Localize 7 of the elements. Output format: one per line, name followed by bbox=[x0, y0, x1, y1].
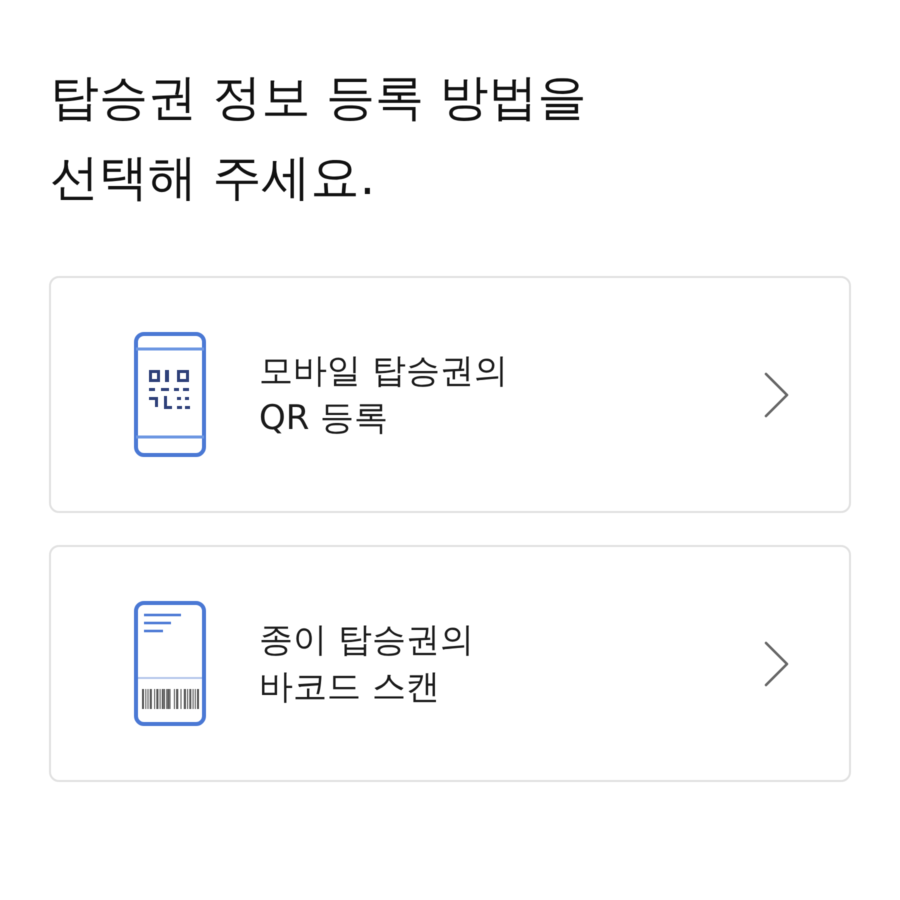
page-title: 탑승권 정보 등록 방법을 선택해 주세요. bbox=[49, 68, 588, 208]
ticket-barcode-icon bbox=[134, 601, 206, 726]
option-card[interactable]: 모바일 탑승권의 QR 등록 bbox=[49, 276, 851, 513]
chevron-right-icon bbox=[764, 372, 790, 418]
option-card[interactable]: 종이 탑승권의 바코드 스캔 bbox=[49, 545, 851, 782]
chevron-right-icon bbox=[764, 640, 790, 686]
phone-qr-code-icon bbox=[134, 332, 206, 457]
